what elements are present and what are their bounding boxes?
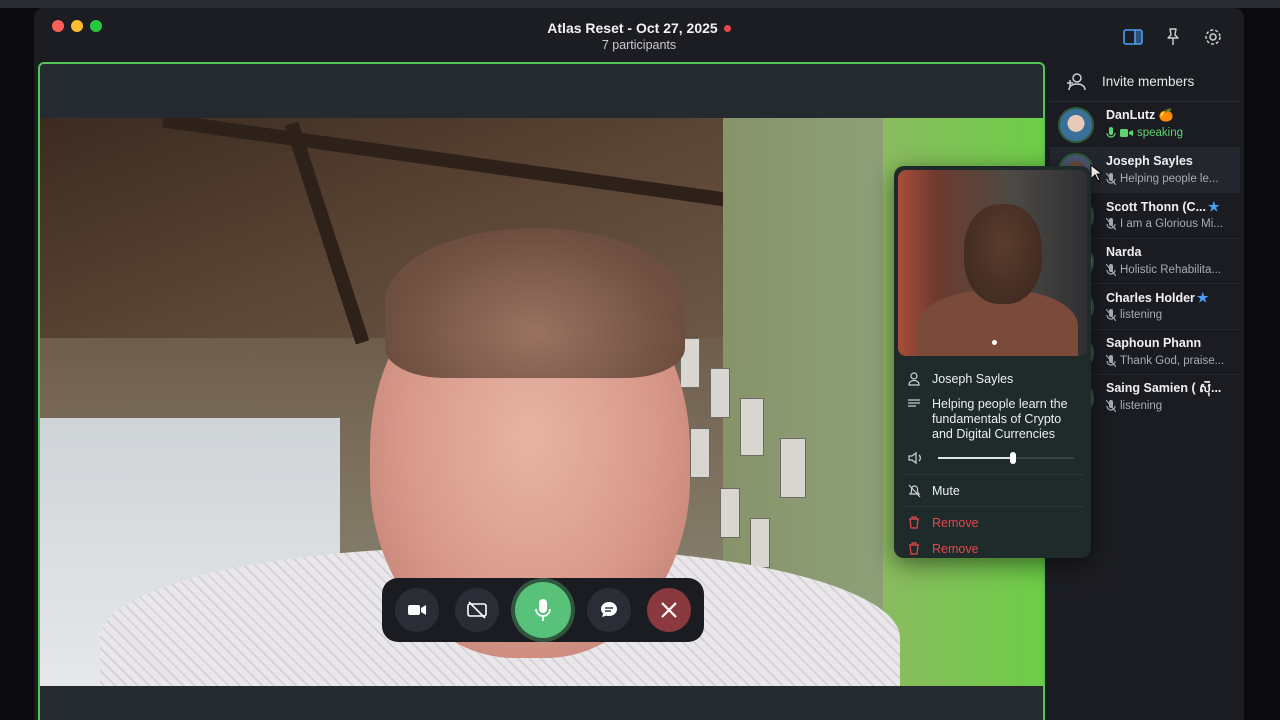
popup-name: Joseph Sayles (932, 372, 1014, 386)
camera-button[interactable] (395, 588, 439, 632)
remove-menu-item[interactable]: Remove (908, 516, 979, 532)
preview-face (964, 204, 1042, 304)
preview-page-dot (992, 340, 997, 345)
bell-off-icon (908, 484, 922, 501)
volume-fill (938, 457, 1013, 459)
participant-video-preview (898, 170, 1087, 356)
speaker-volume-icon (908, 451, 921, 465)
mute-menu-item[interactable]: Mute (908, 484, 960, 501)
popup-bio: Helping people learn the fundamentals of… (932, 397, 1068, 441)
trash-icon (908, 516, 922, 532)
mute-label: Mute (932, 484, 960, 498)
orange-emoji-badge: 🍊 (1158, 108, 1174, 122)
microphone-off-icon (1106, 400, 1116, 412)
recording-indicator-icon (723, 24, 731, 32)
participant-name: Saing Samien ( ស៊ី... (1106, 381, 1222, 395)
close-x-icon (661, 602, 677, 618)
invite-members-label: Invite members (1102, 74, 1195, 89)
settings-gear-icon[interactable] (1202, 26, 1224, 48)
add-user-icon (1050, 72, 1102, 91)
video-camera-icon (408, 605, 426, 615)
participant-name: Charles Holder ★ (1106, 290, 1209, 305)
popup-bio-row: Helping people learn the fundamentals of… (908, 397, 1082, 442)
call-controls-bar (382, 578, 704, 642)
participant-status: I am a Glorious Mi... (1106, 218, 1234, 230)
call-window: Atlas Reset - Oct 27, 2025 7 participant… (34, 8, 1244, 720)
avatar (1058, 107, 1094, 143)
menu-bar (0, 0, 1280, 8)
chat-button[interactable] (587, 588, 631, 632)
sidebar-toggle-icon[interactable] (1122, 26, 1144, 48)
divider (902, 506, 1083, 507)
microphone-off-icon (1106, 172, 1116, 185)
participant-name: Joseph Sayles (1106, 153, 1193, 168)
premium-star-icon: ★ (1196, 290, 1209, 305)
video-camera-icon (1120, 129, 1133, 137)
participant-count: 7 participants (601, 38, 677, 52)
participant-status: Helping people le... (1106, 172, 1234, 185)
screen-share-off-icon (467, 601, 487, 619)
speaker-hair (385, 228, 685, 378)
chat-bubble-icon (601, 602, 617, 617)
end-call-button[interactable] (647, 588, 691, 632)
divider (902, 474, 1083, 475)
participant-status: listening (1106, 400, 1234, 412)
microphone-off-icon (1106, 218, 1116, 230)
participant-status: Holistic Rehabilita... (1106, 263, 1234, 276)
premium-star-icon: ★ (1207, 199, 1220, 214)
participant-name: Scott Thonn (C... ★ (1106, 199, 1220, 214)
remove-label: Remove (932, 542, 979, 556)
participant-status: Thank God, praise... (1106, 354, 1234, 367)
mouse-cursor-icon (1090, 163, 1102, 182)
call-title: Atlas Reset - Oct 27, 2025 (34, 20, 1244, 36)
text-lines-icon (908, 397, 922, 442)
participant-name: DanLutz 🍊 (1106, 108, 1174, 122)
top-toolbar (1122, 26, 1224, 48)
participant-context-menu: Joseph Sayles Helping people learn the f… (894, 166, 1091, 558)
microphone-off-icon (1106, 309, 1116, 321)
remove-menu-item[interactable]: Remove (908, 542, 979, 558)
participant-name: Saphoun Phann (1106, 335, 1202, 350)
pin-icon[interactable] (1162, 26, 1184, 48)
invite-members-button[interactable]: Invite members (1050, 62, 1240, 102)
screen-share-button[interactable] (455, 588, 499, 632)
volume-slider[interactable] (908, 450, 1076, 466)
user-icon (908, 372, 922, 389)
participant-status: speaking (1106, 127, 1234, 139)
microphone-off-icon (1106, 263, 1116, 276)
microphone-icon (1106, 127, 1116, 138)
title-area: Atlas Reset - Oct 27, 2025 7 participant… (34, 20, 1244, 52)
microphone-off-icon (1106, 354, 1116, 367)
participant-status: listening (1106, 309, 1234, 321)
microphone-button[interactable] (515, 582, 571, 638)
call-title-text: Atlas Reset - Oct 27, 2025 (547, 20, 718, 36)
microphone-icon (535, 599, 551, 621)
participant-name: Narda (1106, 244, 1142, 259)
volume-knob[interactable] (1009, 452, 1016, 464)
remove-label: Remove (932, 516, 979, 530)
trash-icon (908, 542, 922, 558)
popup-name-row: Joseph Sayles (908, 372, 1013, 389)
participant-row[interactable]: DanLutz 🍊 speaking (1050, 102, 1240, 148)
